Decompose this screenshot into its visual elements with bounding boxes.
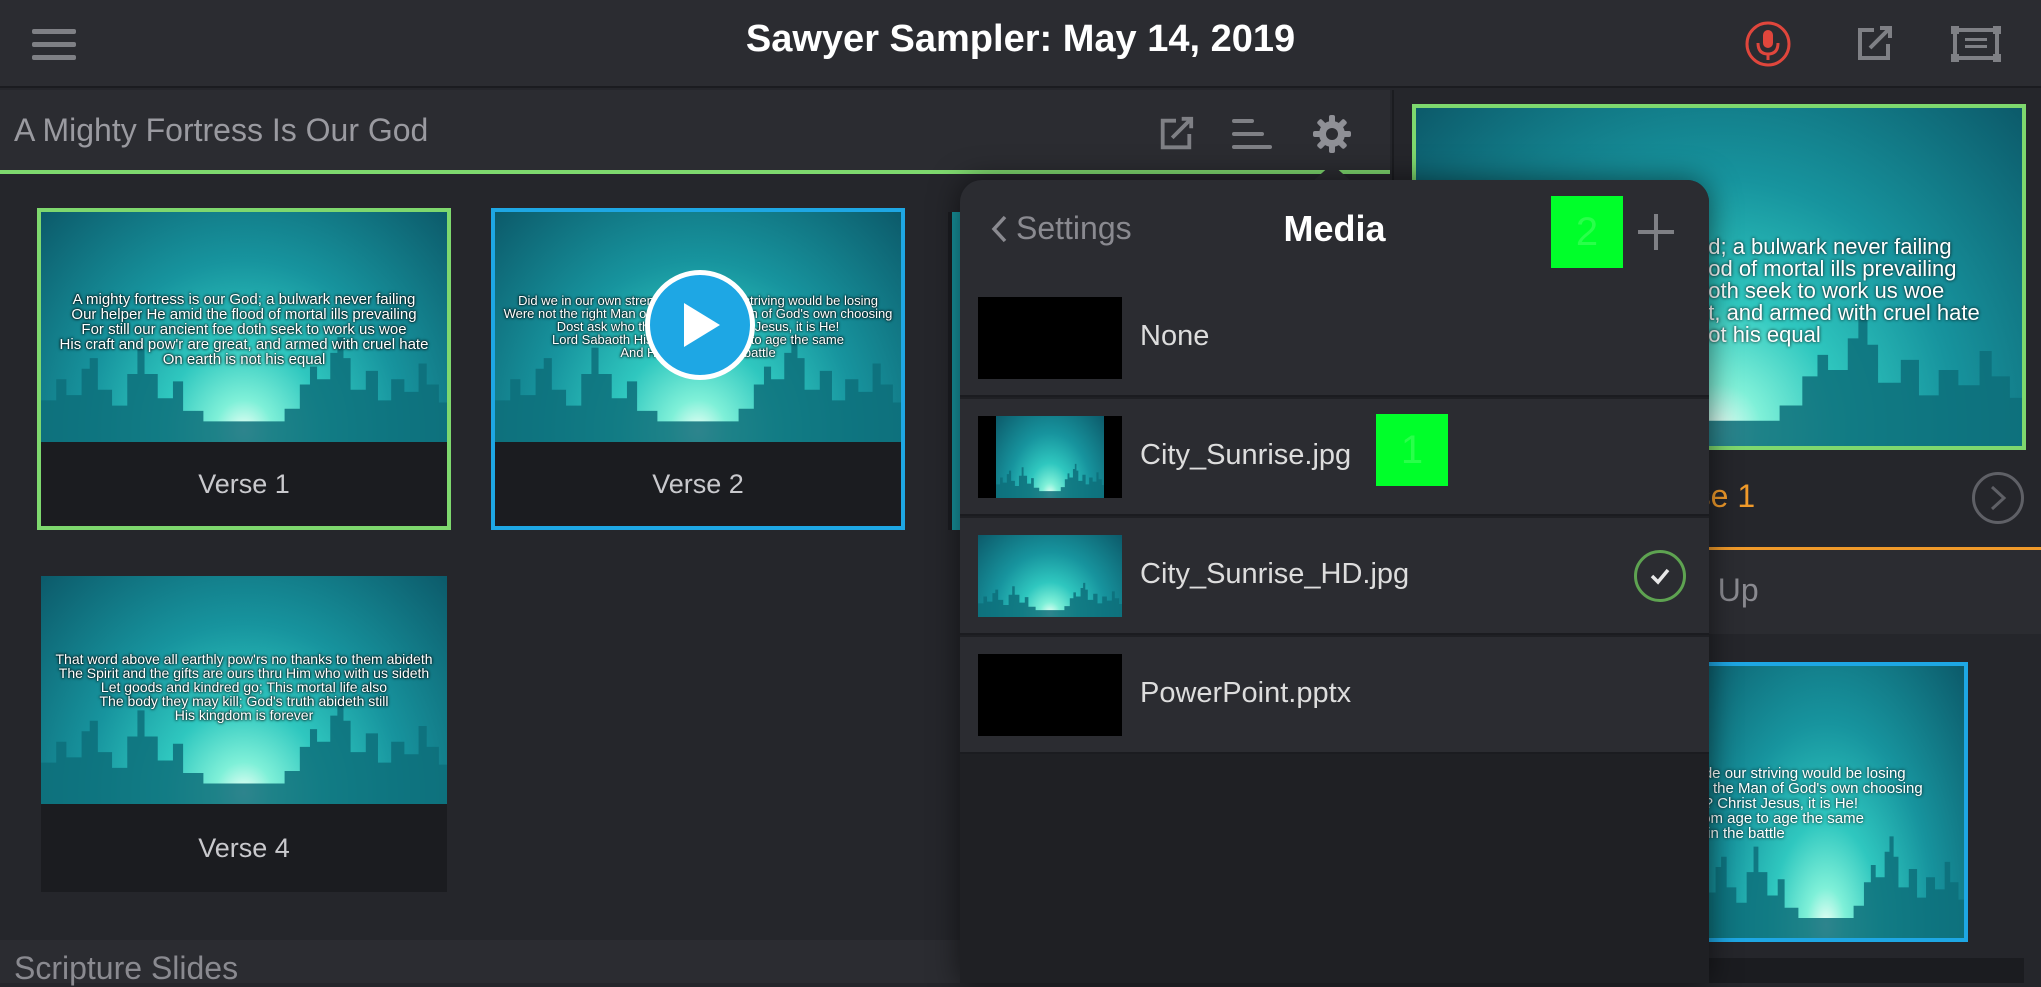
add-media-button[interactable] (1632, 208, 1680, 256)
slide-verse-2[interactable]: Did we in our own strength confide our s… (491, 208, 905, 530)
edit-icon (1858, 26, 1892, 60)
media-popover: Settings Media 2 None City_Sunrise.jpg 1 (960, 180, 1709, 983)
slide-verse-3-partial[interactable] (948, 212, 960, 530)
lyric-line: od; a bulwark never failing (1696, 234, 1952, 259)
lyric-line: nfide our striving would be losing (1688, 765, 1906, 782)
media-thumbnail (978, 654, 1122, 736)
song-arrange-button[interactable] (1226, 108, 1278, 160)
slide-verse-4[interactable]: That word above all earthly pow'rs no th… (41, 576, 447, 892)
media-item-none[interactable]: None (960, 280, 1709, 397)
page-title: Sawyer Sampler: May 14, 2019 (745, 18, 1296, 60)
chevron-right-icon (1990, 485, 2007, 511)
display-icon (1951, 26, 2001, 62)
slide-label: Verse 2 (652, 469, 744, 499)
song-edit-button[interactable] (1150, 108, 1202, 160)
slide-background: That word above all earthly pow'rs no th… (41, 576, 447, 804)
selected-indicator (1634, 550, 1686, 602)
lyric-line: Our helper He amid the flood of mortal i… (71, 306, 417, 323)
media-thumbnail (978, 297, 1122, 379)
media-item-city-sunrise-hd[interactable]: City_Sunrise_HD.jpg (960, 518, 1709, 635)
checkmark-icon (1650, 568, 1670, 585)
microphone-button[interactable] (1740, 16, 1796, 72)
lyric-line: A mighty fortress is our God; a bulwark … (72, 291, 416, 308)
lyric-line: Let goods and kindred go; This mortal li… (100, 679, 388, 695)
slide-background: Did we in our own strength confide our s… (495, 212, 901, 442)
lyric-line: From age to age the same (1688, 810, 1864, 827)
lyric-line: For still our ancient foe doth seek to w… (81, 321, 407, 338)
media-name: City_Sunrise_HD.jpg (1140, 558, 1410, 590)
slide-label: Verse 1 (198, 469, 290, 499)
media-name: PowerPoint.pptx (1140, 677, 1352, 709)
lyric-line: His craft and pow'r are great, and armed… (59, 336, 429, 353)
play-icon (684, 303, 720, 347)
lyric-line: t win the battle (1688, 825, 1785, 842)
edit-icon (1160, 116, 1194, 150)
gear-icon (1313, 115, 1351, 153)
back-button[interactable]: Settings (990, 210, 1132, 247)
popover-header: Settings Media 2 (960, 180, 1709, 280)
city-skyline-image (978, 582, 1122, 617)
slide-verse-1[interactable]: A mighty fortress is our God; a bulwark … (37, 208, 451, 530)
slide-background: A mighty fortress is our God; a bulwark … (41, 212, 447, 442)
display-button[interactable] (1948, 16, 2004, 72)
media-name: None (1140, 320, 1210, 352)
lyric-line: On earth is not his equal (162, 351, 326, 368)
marker-badge-1: 1 (1376, 414, 1448, 486)
lyric-line: de, the Man of God's own choosing (1688, 780, 1923, 797)
lyric-line: ood of mortal ills prevailing (1696, 256, 1957, 281)
media-thumbnail (978, 416, 1122, 498)
next-up-slide[interactable]: nfide our striving would be losing de, t… (1684, 662, 1968, 942)
slide-label: Verse 4 (198, 833, 290, 863)
align-icon (1232, 119, 1272, 149)
microphone-icon (1745, 21, 1791, 67)
lyric-line: doth seek to work us woe (1696, 278, 1945, 303)
city-skyline-image (996, 463, 1104, 498)
plus-icon (1638, 214, 1674, 250)
section-label: Scripture Slides (14, 950, 239, 986)
lyric-line: His kingdom is forever (174, 707, 314, 723)
menu-button[interactable] (26, 16, 82, 72)
lyric-line: That word above all earthly pow'rs no th… (55, 651, 433, 667)
marker-badge-2: 2 (1551, 196, 1623, 268)
media-item-city-sunrise[interactable]: City_Sunrise.jpg 1 (960, 399, 1709, 516)
top-bar: Sawyer Sampler: May 14, 2019 (0, 0, 2041, 88)
song-settings-button[interactable] (1306, 108, 1358, 160)
hamburger-icon (32, 29, 76, 60)
lyric-line: at, and armed with cruel hate (1696, 300, 1980, 325)
lyric-line: not his equal (1696, 322, 1821, 347)
media-name: City_Sunrise.jpg (1140, 439, 1352, 471)
next-slide-button[interactable] (1972, 472, 2024, 524)
lyric-line: be? Christ Jesus, it is He! (1688, 795, 1859, 812)
back-label: Settings (1016, 210, 1132, 246)
lyric-line: The body they may kill; God's truth abid… (99, 693, 389, 709)
media-thumbnail (978, 535, 1122, 617)
following-slide-partial (1684, 958, 2024, 983)
play-button[interactable] (645, 270, 755, 380)
lyric-line: The Spirit and the gifts are ours thru H… (58, 665, 430, 681)
song-title: A Mighty Fortress Is Our God (14, 112, 429, 148)
edit-button[interactable] (1846, 16, 1902, 72)
media-item-powerpoint[interactable]: PowerPoint.pptx (960, 637, 1709, 754)
song-header: A Mighty Fortress Is Our God (0, 90, 1390, 174)
chevron-left-icon (991, 215, 1007, 242)
